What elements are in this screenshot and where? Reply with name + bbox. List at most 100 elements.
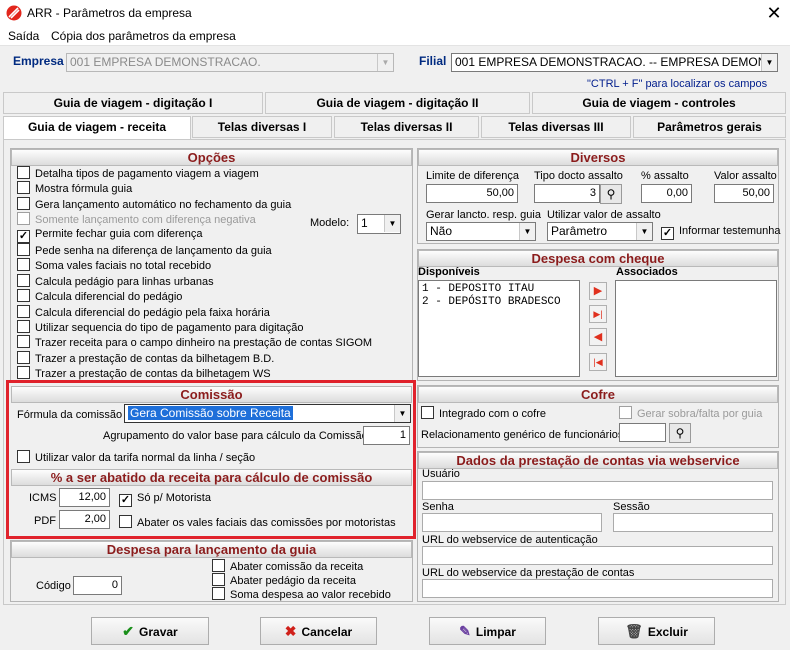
checkbox-box[interactable]: [17, 320, 30, 333]
checkbox-box[interactable]: [212, 573, 225, 586]
informar-testemunha-checkbox[interactable]: ✓ Informar testemunha: [661, 225, 781, 240]
binoculars-icon[interactable]: ⚲: [669, 423, 691, 443]
chevron-down-icon[interactable]: ▼: [394, 405, 410, 422]
tipo-input[interactable]: 3: [534, 184, 600, 203]
checkbox-box[interactable]: [17, 181, 30, 195]
associados-list[interactable]: [615, 280, 777, 377]
tab-digitacao-1[interactable]: Guia de viagem - digitação I: [3, 92, 263, 114]
opcoes-checkbox[interactable]: Utilizar sequencia do tipo de pagamento …: [17, 320, 303, 335]
chevron-down-icon[interactable]: ▼: [636, 223, 652, 240]
pdf-input[interactable]: 2,00: [59, 510, 110, 529]
checkbox-box[interactable]: [17, 335, 30, 349]
chevron-down-icon[interactable]: ▼: [519, 223, 535, 240]
chevron-down-icon[interactable]: ▼: [761, 54, 777, 71]
checkbox-box[interactable]: [212, 559, 225, 572]
checkbox-box[interactable]: [421, 406, 434, 419]
abater-pedagio-checkbox[interactable]: Abater pedágio da receita: [212, 573, 356, 587]
checkbox-box[interactable]: [17, 304, 30, 318]
senha-input[interactable]: [422, 513, 602, 532]
chevron-down-icon[interactable]: ▼: [384, 215, 400, 232]
limite-input[interactable]: 50,00: [426, 184, 518, 203]
integrado-cofre-checkbox[interactable]: Integrado com o cofre: [421, 406, 546, 420]
checkbox-box[interactable]: [17, 273, 30, 287]
gerar-lancto-select[interactable]: Não ▼: [426, 222, 536, 241]
empresa-select[interactable]: 001 EMPRESA DEMONSTRACAO. ▼: [66, 53, 394, 72]
gerar-sobra-checkbox[interactable]: Gerar sobra/falta por guia: [619, 406, 762, 420]
opcoes-checkbox[interactable]: Gera lançamento automático no fechamento…: [17, 196, 291, 212]
tab-parametros-gerais[interactable]: Parâmetros gerais: [633, 116, 786, 138]
agrupamento-input[interactable]: 1: [363, 426, 410, 445]
auth-url-input[interactable]: [422, 546, 773, 565]
checkbox-box[interactable]: [17, 243, 30, 256]
modelo-select[interactable]: 1 ▼: [357, 214, 401, 234]
cancelar-button[interactable]: ✖ Cancelar: [260, 617, 377, 645]
menu-copia[interactable]: Cópia dos parâmetros da empresa: [51, 29, 236, 43]
opcoes-checkbox[interactable]: Somente lançamento com diferença negativ…: [17, 212, 256, 227]
soma-despesa-checkbox[interactable]: Soma despesa ao valor recebido: [212, 587, 391, 601]
tab-digitacao-2[interactable]: Guia de viagem - digitação II: [265, 92, 530, 114]
list-item[interactable]: 2 - DEPÓSITO BRADESCO: [422, 296, 576, 309]
pct-assalto-input[interactable]: 0,00: [641, 184, 692, 203]
abatido-title: % a ser abatido da receita para cálculo …: [11, 469, 412, 486]
valor-assalto-input[interactable]: 50,00: [714, 184, 774, 203]
checkbox-box[interactable]: [17, 450, 30, 463]
opcoes-checkbox[interactable]: Calcula pedágio para linhas urbanas: [17, 273, 214, 289]
binoculars-icon[interactable]: ⚲: [600, 184, 622, 204]
checkbox-box[interactable]: [17, 258, 30, 272]
close-icon[interactable]: ✕: [760, 1, 788, 25]
so-motorista-checkbox[interactable]: ✓ Só p/ Motorista: [119, 492, 211, 507]
chevron-down-icon[interactable]: ▼: [377, 54, 393, 71]
cancelar-label: Cancelar: [301, 625, 353, 639]
opcoes-checkbox[interactable]: Calcula diferencial do pedágio: [17, 289, 182, 304]
checkbox-box[interactable]: [17, 166, 30, 179]
list-item[interactable]: 1 - DEPOSITO ITAU: [422, 283, 576, 296]
relacionamento-input[interactable]: [619, 423, 666, 442]
checkbox-box[interactable]: [17, 366, 30, 380]
opcoes-checkbox[interactable]: Detalha tipos de pagamento viagem a viag…: [17, 166, 259, 181]
icms-input[interactable]: 12,00: [59, 488, 110, 507]
checkbox-box[interactable]: [212, 587, 225, 600]
disponiveis-list[interactable]: 1 - DEPOSITO ITAU 2 - DEPÓSITO BRADESCO: [418, 280, 580, 377]
usuario-input[interactable]: [422, 481, 773, 500]
move-all-right-icon[interactable]: ▶|: [589, 305, 607, 323]
codigo-input[interactable]: 0: [73, 576, 122, 595]
opcoes-checkbox[interactable]: Pede senha na diferença de lançamento da…: [17, 243, 272, 258]
checkbox-box[interactable]: [17, 350, 30, 364]
checkbox-box[interactable]: [619, 406, 632, 419]
move-right-icon[interactable]: ▶: [589, 282, 607, 300]
opcoes-checkbox[interactable]: ✓ Permite fechar guia com diferença: [17, 228, 203, 243]
checkbox-box[interactable]: [17, 196, 30, 210]
sessao-input[interactable]: [613, 513, 773, 532]
abater-comissao-checkbox[interactable]: Abater comissão da receita: [212, 559, 363, 573]
tab-telas-2[interactable]: Telas diversas II: [334, 116, 479, 138]
checkbox-box[interactable]: ✓: [661, 227, 674, 240]
abater-vales-checkbox[interactable]: Abater os vales faciais das comissões po…: [119, 515, 396, 529]
tab-receita[interactable]: Guia de viagem - receita: [3, 116, 191, 140]
tab-controles[interactable]: Guia de viagem - controles: [532, 92, 786, 114]
gravar-button[interactable]: ✔ Gravar: [91, 617, 209, 645]
utilizar-select[interactable]: Parâmetro ▼: [547, 222, 653, 241]
filial-select[interactable]: 001 EMPRESA DEMONSTRACAO. -- EMPRESA DEM…: [451, 53, 778, 72]
tipo-label: Tipo docto assalto: [534, 170, 623, 182]
tab-telas-3[interactable]: Telas diversas III: [481, 116, 631, 138]
opcoes-checkbox[interactable]: Soma vales faciais no total recebido: [17, 258, 211, 273]
opcoes-checkbox[interactable]: Trazer a prestação de contas da bilhetag…: [17, 366, 271, 381]
opcoes-checkbox[interactable]: Trazer a prestação de contas da bilhetag…: [17, 350, 274, 366]
formula-select[interactable]: Gera Comissão sobre Receita ▼: [124, 404, 411, 423]
prest-url-input[interactable]: [422, 579, 773, 598]
tarifa-checkbox[interactable]: Utilizar valor da tarifa normal da linha…: [17, 450, 255, 464]
move-all-left-icon[interactable]: |◀: [589, 353, 607, 371]
excluir-button[interactable]: 🗑 Excluir: [598, 617, 715, 645]
checkbox-box[interactable]: ✓: [17, 229, 30, 243]
opcoes-checkbox[interactable]: Mostra fórmula guia: [17, 181, 132, 196]
opcoes-checkbox[interactable]: Calcula diferencial do pedágio pela faix…: [17, 304, 270, 320]
menu-saida[interactable]: Saída: [8, 29, 39, 43]
move-left-icon[interactable]: ◀: [589, 328, 607, 346]
tab-telas-1[interactable]: Telas diversas I: [192, 116, 332, 138]
checkbox-box[interactable]: [17, 289, 30, 303]
checkbox-box[interactable]: [119, 515, 132, 528]
limpar-button[interactable]: ✎ Limpar: [429, 617, 546, 645]
checkbox-box[interactable]: [17, 212, 30, 226]
checkbox-box[interactable]: ✓: [119, 494, 132, 507]
opcoes-checkbox[interactable]: Trazer receita para o campo dinheiro na …: [17, 335, 372, 350]
